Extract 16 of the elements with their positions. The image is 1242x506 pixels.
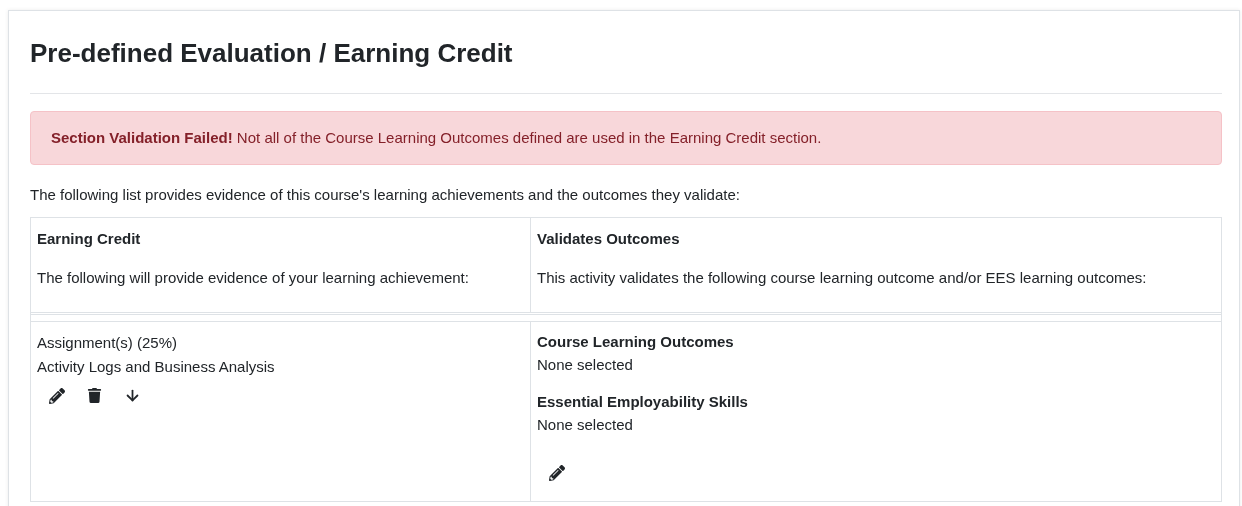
column-description: This activity validates the following course learning outcome and/or EES learning outcomes: — [537, 268, 1148, 288]
column-heading: Earning Credit — [37, 229, 142, 249]
column-description: The following will provide evidence of your learning achievement: — [37, 268, 470, 288]
pencil-icon — [49, 387, 65, 404]
pencil-icon — [549, 465, 565, 481]
validation-alert: Section Validation Failed! Not all of the Course Learning Outcomes defined are used in the Earning Credit section. — [30, 111, 1222, 165]
trash-icon — [87, 388, 102, 403]
outcome-value: None selected — [537, 415, 634, 435]
outcome-heading: Course Learning Outcomes — [537, 332, 735, 352]
outcome-heading: Essential Employability Skills — [537, 392, 749, 412]
intro-text: The following list provides evidence of this course's learning achievements and the outcomes they validate: — [30, 185, 741, 205]
outcome-value: None selected — [537, 355, 634, 375]
column-heading: Validates Outcomes — [537, 229, 681, 249]
activity-name: Activity Logs and Business Analysis — [37, 357, 276, 377]
page-title: Pre-defined Evaluation / Earning Credit — [30, 37, 514, 70]
activity-weight: Assignment(s) (25%) — [37, 333, 179, 353]
